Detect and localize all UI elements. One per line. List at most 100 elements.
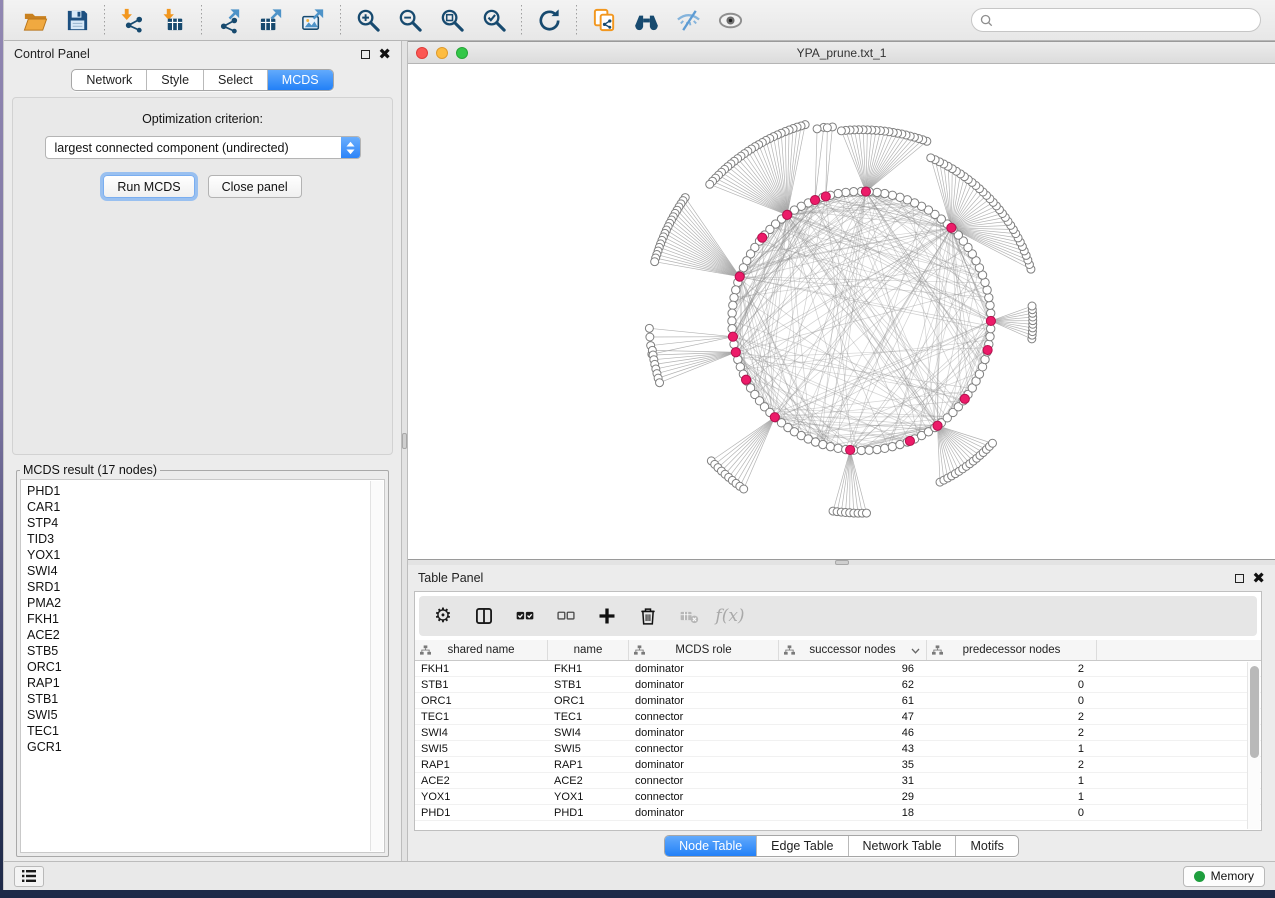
mcds-result-item[interactable]: SWI5: [27, 707, 384, 723]
network-node[interactable]: [1028, 302, 1036, 310]
network-node[interactable]: [651, 258, 659, 266]
network-node[interactable]: [834, 189, 842, 197]
table-row[interactable]: YOX1YOX1connector291: [415, 789, 1261, 805]
task-history-button[interactable]: [14, 866, 44, 887]
window-minimize-icon[interactable]: [436, 47, 448, 59]
close-panel-icon[interactable]: ✖: [378, 50, 391, 59]
export-network-button[interactable]: [208, 3, 250, 37]
mcds-result-item[interactable]: ORC1: [27, 659, 384, 675]
delete-column-button[interactable]: [636, 604, 660, 628]
network-node[interactable]: [986, 301, 994, 309]
network-node[interactable]: [645, 324, 653, 332]
mcds-node[interactable]: [758, 233, 767, 242]
mcds-node[interactable]: [986, 316, 995, 325]
window-close-icon[interactable]: [416, 47, 428, 59]
mcds-result-list[interactable]: PHD1CAR1STP4TID3YOX1SWI4SRD1PMA2FKH1ACE2…: [20, 479, 385, 853]
network-node[interactable]: [813, 125, 821, 133]
zoom-in-button[interactable]: [347, 3, 389, 37]
network-node[interactable]: [981, 355, 989, 363]
copy-network-button[interactable]: [583, 3, 625, 37]
save-session-button[interactable]: [56, 3, 98, 37]
network-graph[interactable]: [408, 64, 1275, 559]
network-node[interactable]: [826, 442, 834, 450]
criterion-select[interactable]: largest connected component (undirected): [45, 136, 361, 159]
search-binoculars-button[interactable]: [625, 3, 667, 37]
mcds-node[interactable]: [846, 445, 855, 454]
hide-eye-button[interactable]: [667, 3, 709, 37]
result-list-scrollbar[interactable]: [370, 481, 383, 851]
network-node[interactable]: [857, 446, 865, 454]
close-panel-icon[interactable]: ✖: [1252, 574, 1265, 583]
column-header-name[interactable]: name: [548, 640, 629, 660]
network-node[interactable]: [837, 127, 845, 135]
mcds-result-item[interactable]: YOX1: [27, 547, 384, 563]
vertical-splitter[interactable]: [401, 41, 408, 861]
mcds-node[interactable]: [821, 192, 830, 201]
tab-mcds[interactable]: MCDS: [268, 70, 333, 90]
network-node[interactable]: [728, 309, 736, 317]
network-node[interactable]: [849, 188, 857, 196]
zoom-selected-button[interactable]: [473, 3, 515, 37]
mcds-result-item[interactable]: RAP1: [27, 675, 384, 691]
tab-edge-table[interactable]: Edge Table: [757, 836, 848, 856]
close-panel-button[interactable]: Close panel: [208, 175, 302, 198]
table-scrollbar[interactable]: [1247, 662, 1260, 829]
table-row[interactable]: FKH1FKH1dominator962: [415, 661, 1261, 677]
mcds-node[interactable]: [810, 195, 819, 204]
mcds-result-item[interactable]: FKH1: [27, 611, 384, 627]
network-node[interactable]: [732, 286, 740, 294]
table-settings-gear-button[interactable]: ⚙: [431, 604, 455, 628]
network-node[interactable]: [927, 154, 935, 162]
memory-button[interactable]: Memory: [1183, 866, 1265, 887]
window-zoom-icon[interactable]: [456, 47, 468, 59]
mcds-node[interactable]: [933, 421, 942, 430]
show-eye-button[interactable]: [709, 3, 751, 37]
network-node[interactable]: [865, 446, 873, 454]
export-image-button[interactable]: [292, 3, 334, 37]
mcds-result-item[interactable]: TEC1: [27, 723, 384, 739]
tab-network-table[interactable]: Network Table: [849, 836, 957, 856]
mcds-node[interactable]: [728, 332, 737, 341]
table-row[interactable]: SWI4SWI4dominator462: [415, 725, 1261, 741]
network-node[interactable]: [730, 293, 738, 301]
import-table-button[interactable]: [153, 3, 195, 37]
mcds-result-item[interactable]: PHD1: [27, 483, 384, 499]
mcds-result-item[interactable]: SRD1: [27, 579, 384, 595]
network-node[interactable]: [834, 444, 842, 452]
tab-select[interactable]: Select: [204, 70, 268, 90]
search-box[interactable]: [971, 8, 1261, 32]
network-node[interactable]: [823, 124, 831, 132]
network-node[interactable]: [873, 445, 881, 453]
network-node[interactable]: [819, 440, 827, 448]
network-node[interactable]: [986, 332, 994, 340]
network-node[interactable]: [863, 509, 871, 517]
mcds-node[interactable]: [861, 187, 870, 196]
tab-motifs[interactable]: Motifs: [956, 836, 1017, 856]
mcds-result-item[interactable]: SWI4: [27, 563, 384, 579]
table-row[interactable]: RAP1RAP1dominator352: [415, 757, 1261, 773]
mcds-node[interactable]: [905, 436, 914, 445]
mcds-node[interactable]: [735, 272, 744, 281]
table-row[interactable]: TEC1TEC1connector472: [415, 709, 1261, 725]
mcds-result-item[interactable]: TID3: [27, 531, 384, 547]
mcds-result-item[interactable]: CAR1: [27, 499, 384, 515]
mcds-node[interactable]: [742, 375, 751, 384]
table-row[interactable]: SWI5SWI5connector431: [415, 741, 1261, 757]
table-row[interactable]: ACE2ACE2connector311: [415, 773, 1261, 789]
add-column-button[interactable]: [595, 604, 619, 628]
tab-node-table[interactable]: Node Table: [665, 836, 757, 856]
mcds-result-item[interactable]: PMA2: [27, 595, 384, 611]
network-node[interactable]: [646, 333, 654, 341]
mcds-result-item[interactable]: GCR1: [27, 739, 384, 755]
export-table-button[interactable]: [250, 3, 292, 37]
tab-network[interactable]: Network: [72, 70, 147, 90]
search-input[interactable]: [998, 12, 1252, 28]
network-node[interactable]: [656, 379, 664, 387]
refresh-view-button[interactable]: [528, 3, 570, 37]
table-row[interactable]: STB1STB1dominator620: [415, 677, 1261, 693]
network-node[interactable]: [985, 293, 993, 301]
horizontal-splitter[interactable]: [408, 560, 1275, 565]
import-network-button[interactable]: [111, 3, 153, 37]
network-node[interactable]: [706, 180, 714, 188]
mcds-result-item[interactable]: STB1: [27, 691, 384, 707]
